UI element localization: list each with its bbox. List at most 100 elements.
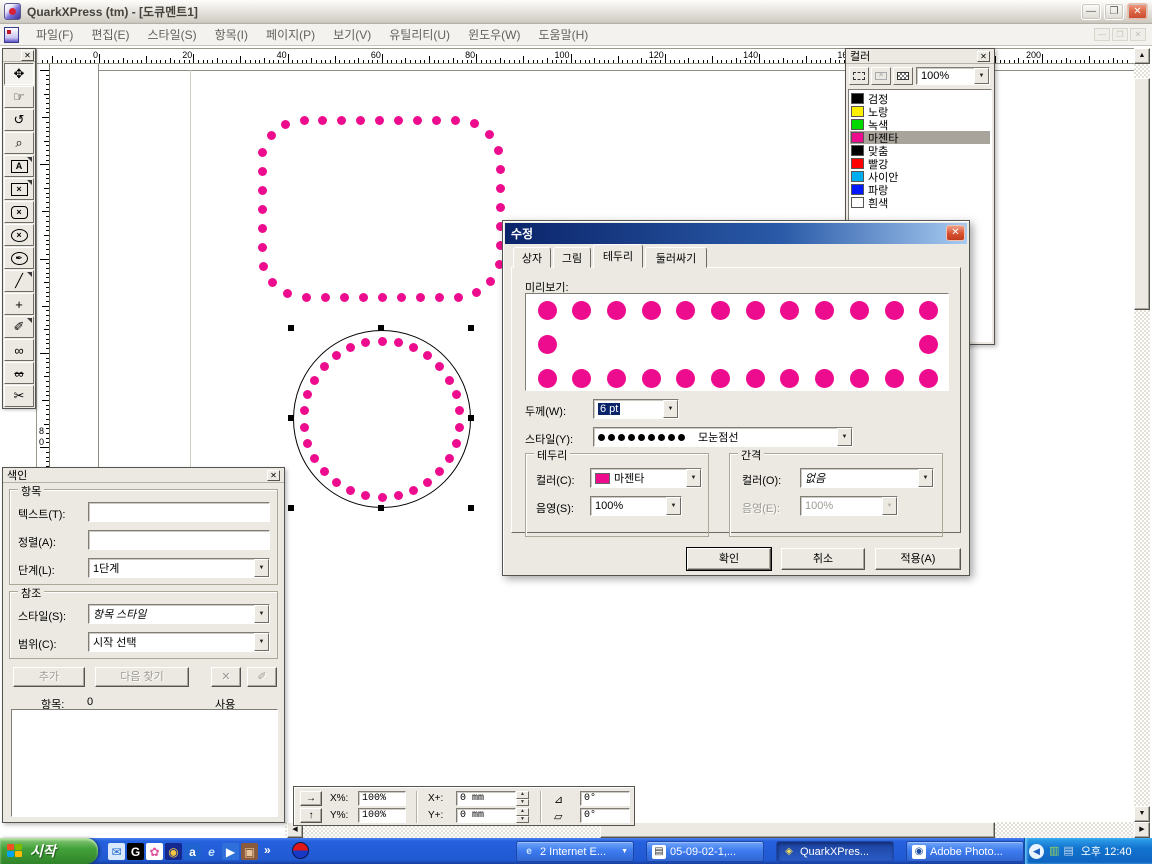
text-path-tool[interactable]: ✐ — [4, 316, 34, 338]
taskbar-photoshop[interactable]: ◉Adobe Photo... — [906, 841, 1024, 862]
shade-mode-icon[interactable] — [893, 67, 913, 85]
edit-entry-icon[interactable]: ✐ — [247, 667, 277, 687]
selection-handle[interactable] — [378, 325, 384, 331]
sort-input[interactable] — [88, 530, 270, 550]
modify-dialog-titlebar[interactable]: 수정 — [505, 223, 967, 244]
chevron-down-icon[interactable]: ▼ — [686, 469, 701, 487]
y-offset-stepper[interactable]: ▲▼ — [516, 808, 529, 823]
tool-palette-close-icon[interactable]: ✕ — [21, 50, 34, 61]
frame-color-combo[interactable]: 마젠타 ▼ — [590, 468, 702, 488]
menu-item[interactable]: 항목(I) — [206, 24, 257, 45]
index-entry-list[interactable] — [11, 709, 278, 817]
selection-handle[interactable] — [468, 325, 474, 331]
tab-둘러싸기[interactable]: 둘러싸기 — [645, 247, 707, 268]
taskbar-internet-explorer[interactable]: e2 Internet E...▼ — [516, 841, 634, 862]
selection-handle[interactable] — [378, 505, 384, 511]
vertical-scrollbar-thumb[interactable] — [1134, 78, 1150, 310]
box-color-mode-icon[interactable]: ✕ — [871, 67, 891, 85]
chevron-down-icon[interactable]: ▼ — [254, 633, 269, 651]
gap-color-combo[interactable]: 없음 ▼ — [800, 468, 934, 488]
minimize-button[interactable]: — — [1081, 3, 1101, 20]
chevron-down-icon[interactable]: ▼ — [254, 559, 269, 577]
tab-테두리[interactable]: 테두리 — [593, 244, 643, 268]
x-offset-field[interactable]: 0 mm — [456, 791, 516, 806]
chevron-down-icon[interactable]: ▼ — [974, 68, 989, 84]
add-entry-button[interactable]: 추가 — [13, 667, 85, 687]
flip-vertical-icon[interactable]: ↑ — [300, 808, 322, 823]
x-offset-stepper[interactable]: ▲▼ — [516, 791, 529, 806]
flip-horizontal-icon[interactable]: → — [300, 791, 322, 806]
horizontal-scrollbar-thumb[interactable] — [600, 822, 995, 838]
menu-item[interactable]: 스타일(S) — [138, 24, 205, 45]
rotation-field[interactable]: 0° — [580, 791, 630, 806]
tray-chevron-icon[interactable]: ◀ — [1029, 844, 1044, 859]
frame-color-mode-icon[interactable] — [849, 67, 869, 85]
cancel-button[interactable]: 취소 — [781, 548, 865, 570]
scope-combo[interactable]: 시작 선택 ▼ — [88, 632, 270, 652]
unlinking-tool[interactable]: ∞ — [4, 362, 34, 384]
scroll-right-icon[interactable]: ▶ — [1134, 822, 1150, 838]
start-button[interactable]: 시작 — [0, 838, 98, 864]
line-tool[interactable]: ╱ — [4, 270, 34, 292]
ok-button[interactable]: 확인 — [687, 548, 771, 570]
internet-explorer-icon[interactable]: e — [203, 843, 220, 860]
menu-item[interactable]: 도움말(H) — [530, 24, 598, 45]
orthogonal-line-tool[interactable]: + — [4, 293, 34, 315]
menu-item[interactable]: 파일(F) — [27, 24, 82, 45]
chevron-down-icon[interactable]: ▼ — [837, 428, 852, 446]
ref-style-combo[interactable]: 항목 스타일 ▼ — [88, 604, 270, 624]
taskbar-document[interactable]: ▤05-09-02-1,... — [646, 841, 764, 862]
text-input[interactable] — [88, 502, 270, 522]
apply-button[interactable]: 적용(A) — [875, 548, 961, 570]
network-status-icon[interactable]: ▥ — [1049, 844, 1059, 858]
color-shade-combo[interactable]: 100% ▼ — [916, 67, 990, 85]
windows-media-player-icon[interactable]: ▶ — [222, 843, 239, 860]
selection-handle[interactable] — [468, 505, 474, 511]
modify-dialog-close-icon[interactable]: ✕ — [946, 225, 965, 241]
flower-app-icon[interactable]: ✿ — [146, 843, 163, 860]
photo-app-icon[interactable]: G — [127, 843, 144, 860]
zoom-tool[interactable]: ⌕ — [4, 132, 34, 154]
picture-box-tool[interactable]: × — [4, 178, 34, 200]
find-next-button[interactable]: 다음 찾기 — [95, 667, 189, 687]
close-button[interactable]: ✕ — [1127, 3, 1148, 20]
selection-handle[interactable] — [288, 325, 294, 331]
y-scale-field[interactable]: 100% — [358, 808, 406, 823]
media-app-icon[interactable]: ◉ — [165, 843, 182, 860]
chevron-down-icon[interactable]: ▼ — [918, 469, 933, 487]
skew-field[interactable]: 0° — [580, 808, 630, 823]
delete-entry-icon[interactable]: ✕ — [211, 667, 241, 687]
level-combo[interactable]: 1단계 ▼ — [88, 558, 270, 578]
menu-item[interactable]: 페이지(P) — [257, 24, 324, 45]
outlook-express-icon[interactable]: ✉ — [108, 843, 125, 860]
index-palette-titlebar[interactable]: 색인 ✕ — [3, 468, 284, 483]
tab-상자[interactable]: 상자 — [513, 247, 551, 268]
scissors-tool[interactable]: ✂ — [4, 385, 34, 407]
rotation-tool[interactable]: ↺ — [4, 109, 34, 131]
bezier-picture-box-tool[interactable]: ✒ — [4, 247, 34, 269]
selection-handle[interactable] — [288, 415, 294, 421]
restore-button[interactable]: ❐ — [1104, 3, 1124, 20]
colors-palette-titlebar[interactable]: 컬러 ✕ — [846, 49, 994, 64]
content-tool[interactable]: ☞ — [4, 86, 34, 108]
selection-handle[interactable] — [288, 505, 294, 511]
frame-shade-combo[interactable]: 100% ▼ — [590, 496, 682, 516]
tab-그림[interactable]: 그림 — [553, 247, 591, 268]
chevron-down-icon[interactable]: ▼ — [621, 848, 628, 855]
width-combo[interactable]: 6 pt ▼ — [593, 399, 679, 419]
ime-taegeuk-icon[interactable] — [292, 842, 309, 859]
selection-handle[interactable] — [468, 415, 474, 421]
style-combo[interactable]: 모눈점선 ▼ — [593, 427, 853, 447]
oval-picture-box-tool[interactable]: × — [4, 224, 34, 246]
taskbar-quarkxpress[interactable]: ◈QuarkXPres... — [776, 841, 894, 862]
linking-tool[interactable]: ∞ — [4, 339, 34, 361]
menu-item[interactable]: 보기(V) — [324, 24, 380, 45]
windows-update-icon[interactable]: ▤ — [1063, 844, 1073, 858]
color-item-흰색[interactable]: 흰색 — [850, 196, 990, 209]
text-box-tool[interactable]: A — [4, 155, 34, 177]
x-scale-field[interactable]: 100% — [358, 791, 406, 806]
menu-item[interactable]: 편집(E) — [82, 24, 138, 45]
portrait-image-icon[interactable]: ▣ — [241, 843, 258, 860]
index-palette-close-icon[interactable]: ✕ — [267, 470, 280, 481]
chevron-down-icon[interactable]: ▼ — [666, 497, 681, 515]
